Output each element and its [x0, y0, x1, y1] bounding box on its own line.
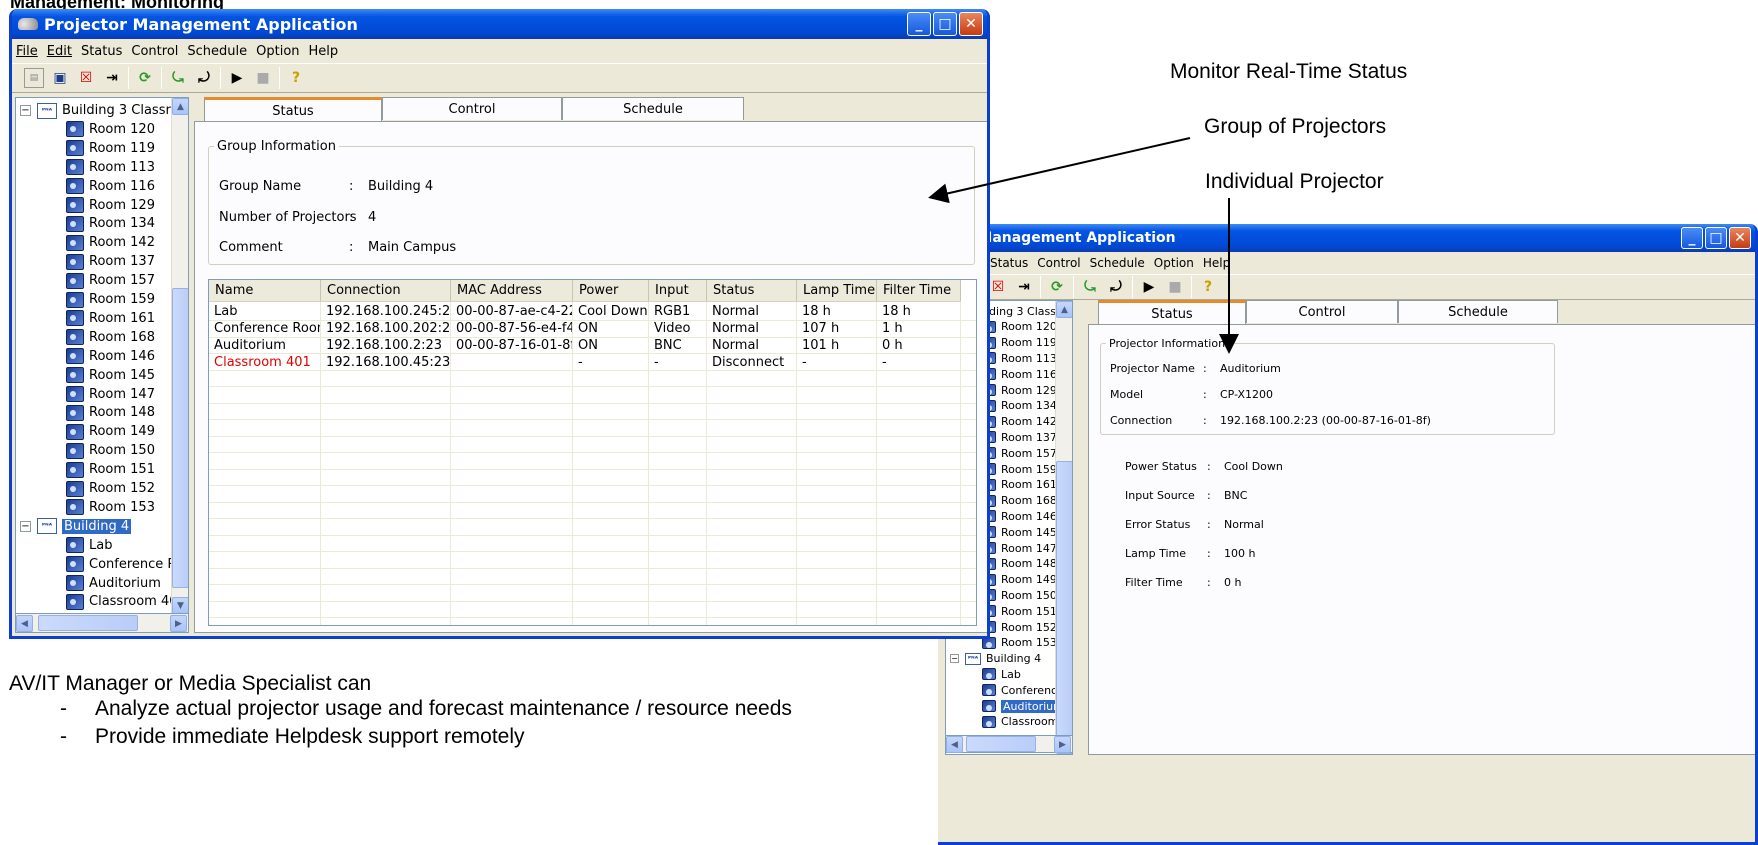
body-intro: AV/IT Manager or Media Specialist can: [9, 672, 372, 695]
arrow-to-group-info: [928, 137, 1191, 204]
body-bullet-1: Analyze actual projector usage and forec…: [95, 697, 792, 720]
body-bullet-2: Provide immediate Helpdesk support remot…: [95, 725, 525, 748]
bullet-dash: -: [60, 697, 67, 720]
bullet-dash: -: [60, 725, 67, 748]
